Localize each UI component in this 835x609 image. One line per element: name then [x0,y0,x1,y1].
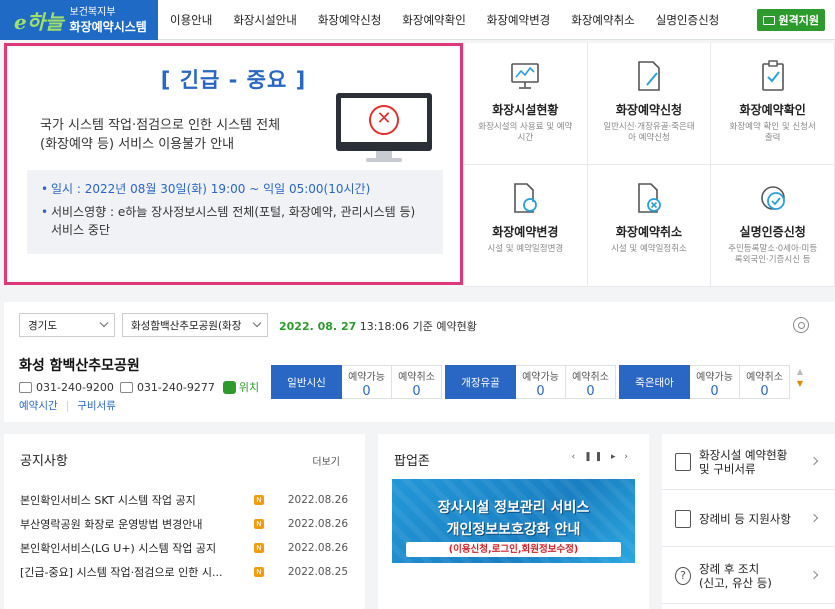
document-pen-icon [638,61,660,91]
notice-more-link[interactable]: 더보기 [312,453,340,468]
location-link[interactable]: 위치 [239,379,259,395]
link-after-funeral[interactable]: ? 장례 후 조치 (신고, 유산 등) [662,548,835,604]
gear-icon[interactable] [793,317,809,333]
notice-item[interactable]: 부산영락공원 화장로 운영방법 변경안내 N 2022.08.26 [20,512,348,536]
monitor-icon [762,15,775,25]
service-reservation-check[interactable]: 화장예약확인 화장예약 확인 및 신청서 출력 [711,43,835,165]
type-stillborn: 죽은태아 예약가능 0 예약취소 0 [619,365,790,399]
service-reservation-apply[interactable]: 화장예약신청 일반시신·개장유골·죽은태아 예약신청 [587,43,712,165]
place-sublinks: 예약시간 | 구비서류 [19,400,116,412]
nav-reservation-check[interactable]: 화장예약확인 [402,12,465,28]
notice-item[interactable]: 본인확인서비스(LG U+) 시스템 작업 공지 N 2022.08.26 [20,536,348,560]
service-grid: 화장시설현황 화장시설의 사용료 및 예약시간 화장예약신청 일반시신·개장유골… [464,43,835,287]
chevron-right-icon [809,513,819,523]
site-logo[interactable]: e하늘 보건복지부 화장예약시스템 [0,0,158,40]
clipboard-check-icon [761,60,784,91]
link-funeral-support[interactable]: 장례비 등 지원사항 [662,491,835,547]
privacy-banner[interactable]: 장사시설 정보관리 서비스 개인정보보호강화 안내 (이용신청,로그인,회원정보… [392,479,635,563]
top-header: e하늘 보건복지부 화장예약시스템 이용안내 화장시설안내 화장예약신청 화장예… [0,0,835,40]
phone-number: 031-240-9200 [36,380,114,394]
chevron-right-icon [809,570,819,580]
new-badge: N [253,495,264,505]
status-timestamp: 2022. 08. 27 13:18:06 기준 예약현황 [279,320,477,333]
remote-support-button[interactable]: 원격지원 [756,9,825,31]
nav-reservation-cancel[interactable]: 화장예약취소 [571,12,634,28]
notice-message: 국가 시스템 작업·점검으로 인한 시스템 전체 (화장예약 등) 서비스 이용… [40,118,281,152]
facility-select[interactable]: 화성함백산추모공원(화장 [122,313,268,337]
notice-title: [ 긴급 - 중요 ] [160,68,307,92]
main-nav: 이용안내 화장시설안내 화장예약신청 화장예약확인 화장예약변경 화장예약취소 … [170,0,740,40]
notice-board-title: 공지사항 [20,454,68,469]
service-facility-status[interactable]: 화장시설현황 화장시설의 사용료 및 예약시간 [464,43,588,165]
link-facility-reservation-status[interactable]: 화장시설 예약현황 및 구비서류 [662,434,835,490]
type-general-body: 일반시신 예약가능 0 예약취소 0 [271,365,442,399]
popup-controls[interactable]: ‹ ❚❚ ▸ › [572,452,631,462]
required-docs-link[interactable]: 구비서류 [77,400,116,412]
fax-icon [119,381,133,393]
chart-monitor-icon [511,63,540,89]
monitor-error-icon: ✕ [336,93,432,163]
document-refresh-icon [514,183,538,213]
chevron-right-icon [809,456,819,466]
logo-system-name: 화장예약시스템 [69,20,147,34]
status-scroll-control[interactable]: ▲ ▼ [795,366,805,390]
reburial-available-count: 0 [536,384,545,399]
new-badge: N [253,543,264,553]
logo-mark: e하늘 [14,9,64,34]
notice-detail-box: 일시 : 2022년 08월 30일(화) 19:00 ~ 익일 05:00(1… [27,170,443,254]
type-reburial-remains: 개장유골 예약가능 0 예약취소 0 [445,365,616,399]
fax-number: 031-240-9277 [136,380,215,394]
document-list-icon [675,509,691,528]
general-available-count: 0 [362,384,371,399]
arrow-up-icon[interactable]: ▲ [795,366,805,378]
reservation-hours-link[interactable]: 예약시간 [19,400,58,412]
question-icon: ? [675,566,691,585]
new-badge: N [253,519,264,529]
reservation-status-panel: 경기도 화성함백산추모공원(화장 2022. 08. 27 13:18:06 기… [4,302,835,422]
new-badge: N [253,567,264,577]
notice-impact: 서비스영향 : e하늘 장사정보시스템 전체(포털, 화장예약, 관리시스템 등… [41,203,429,239]
service-reservation-cancel[interactable]: 화장예약취소 시설 및 예약일정취소 [587,165,712,287]
chevron-down-icon [252,318,262,328]
service-reservation-change[interactable]: 화장예약변경 시설 및 예약일정변경 [464,165,588,287]
notice-item[interactable]: [긴급-중요] 시스템 작업·점검으로 인한 시... N 2022.08.25 [20,560,348,584]
notice-item[interactable]: 본인확인서비스 SKT 시스템 작업 공지 N 2022.08.26 [20,488,348,512]
notice-schedule: 일시 : 2022년 08월 30일(화) 19:00 ~ 익일 05:00(1… [41,180,429,198]
popup-zone-title: 팝업존 [394,454,430,469]
chevron-down-icon [99,318,109,328]
emergency-notice[interactable]: [ 긴급 - 중요 ] 국가 시스템 작업·점검으로 인한 시스템 전체 (화장… [4,43,463,285]
quick-links: 화장시설 예약현황 및 구비서류 장례비 등 지원사항 ? 장례 후 조치 (신고,… [662,434,835,609]
document-cancel-icon [638,183,661,213]
nav-facility-guide[interactable]: 화장시설안내 [233,12,296,28]
badge-check-icon [760,186,785,210]
arrow-down-icon[interactable]: ▼ [795,378,805,390]
stillborn-cancel-count: 0 [760,384,769,399]
notice-board: 공지사항 더보기 본인확인서비스 SKT 시스템 작업 공지 N 2022.08… [4,434,365,609]
stillborn-available-count: 0 [710,384,719,399]
general-cancel-count: 0 [412,384,421,399]
nav-usage-guide[interactable]: 이용안내 [170,12,212,28]
service-realname-auth[interactable]: 실명인증신청 주민등록말소·0세아·미등록외국인·기증시신 등 [711,165,835,287]
nav-reservation-apply[interactable]: 화장예약신청 [318,12,381,28]
document-check-icon [675,452,691,471]
location-icon [222,380,236,394]
place-contact: 031-240-9200 031-240-9277 위치 [19,379,259,395]
region-select[interactable]: 경기도 [19,313,115,337]
popup-zone: 팝업존 ‹ ❚❚ ▸ › 장사시설 정보관리 서비스 개인정보보호강화 안내 (… [378,434,649,609]
place-name: 화성 함백산추모공원 [19,358,140,374]
nav-reservation-change[interactable]: 화장예약변경 [487,12,550,28]
reburial-cancel-count: 0 [586,384,595,399]
nav-realname-auth[interactable]: 실명인증신청 [656,12,719,28]
logo-ministry: 보건복지부 [69,7,116,18]
phone-icon [19,381,32,393]
